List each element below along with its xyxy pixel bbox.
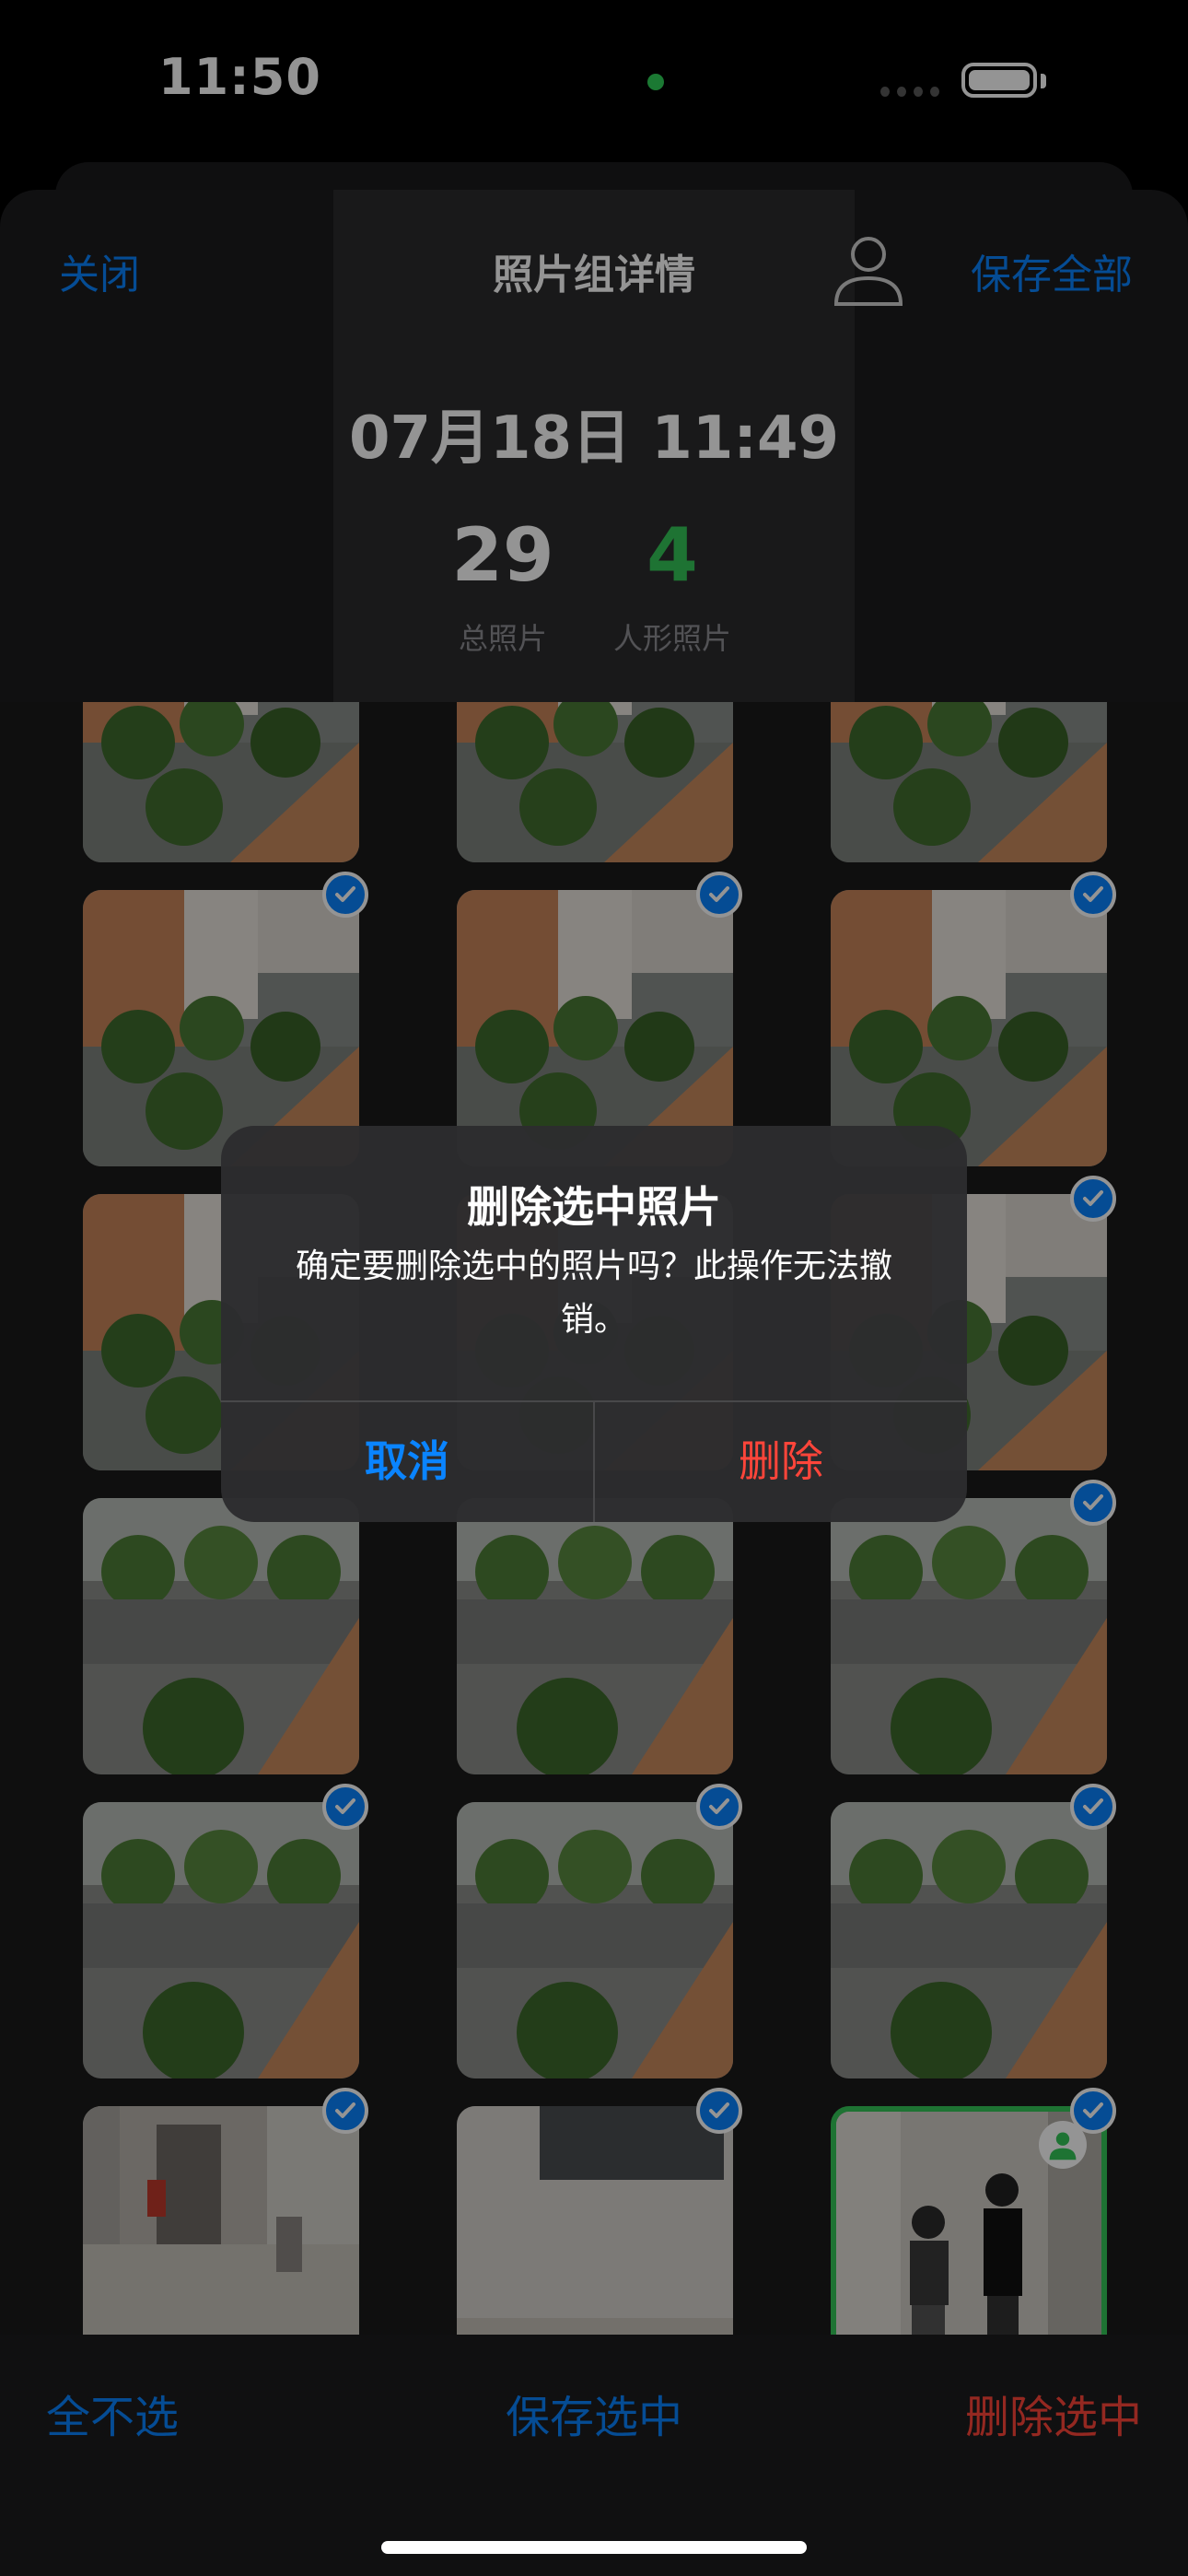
alert-message: 确定要删除选中的照片吗？此操作无法撤销。 xyxy=(295,1247,892,1339)
alert-title: 删除选中照片 xyxy=(467,1182,721,1232)
cancel-button[interactable]: 取消 xyxy=(221,1400,593,1522)
delete-confirm-alert: 删除选中照片 确定要删除选中的照片吗？此操作无法撤销。 取消 删除 xyxy=(221,1126,967,1522)
home-indicator[interactable] xyxy=(381,2541,807,2554)
confirm-delete-button[interactable]: 删除 xyxy=(595,1400,967,1522)
phone-screen: 11:50 关闭 照片组详情 保存全部 07月18日 11:49 29 总照片 … xyxy=(0,0,1188,2576)
